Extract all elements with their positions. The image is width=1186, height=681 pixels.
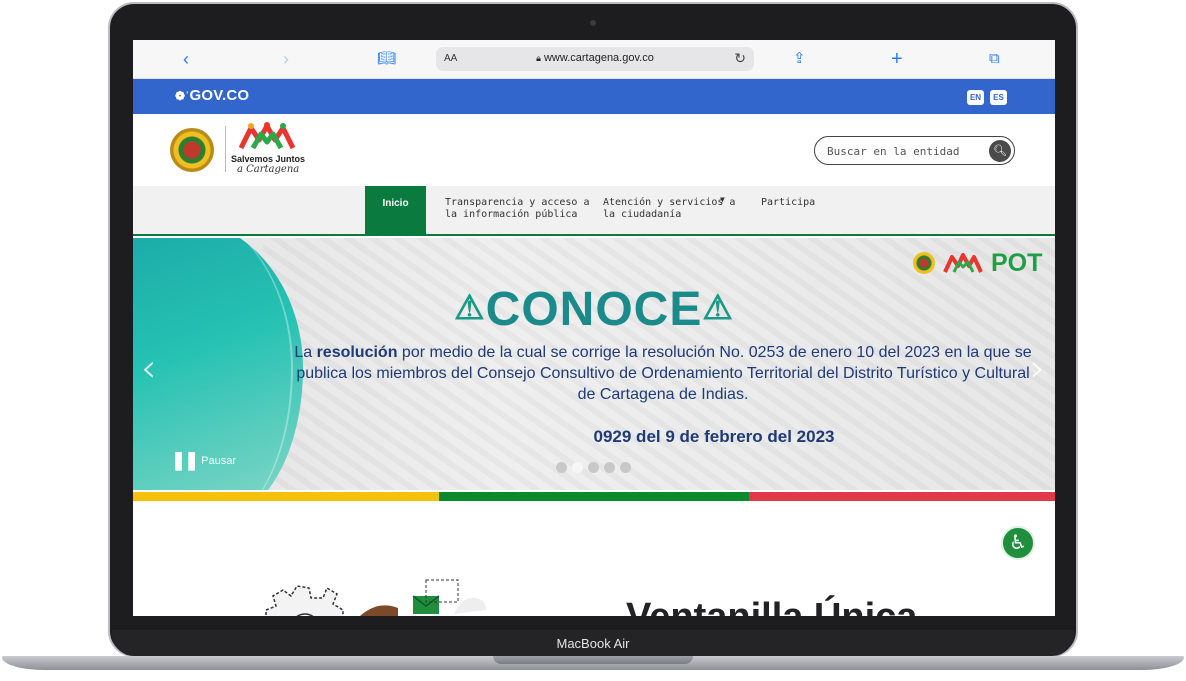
- carousel-next-icon[interactable]: ›: [1030, 346, 1045, 390]
- chevron-down-icon: ▼: [720, 195, 725, 204]
- carousel-dot[interactable]: [556, 462, 567, 473]
- menu-item-label: Inicio: [382, 198, 409, 209]
- pause-label: Pausar: [201, 455, 237, 467]
- govco-logo[interactable]: ❁ˈGOV.CO: [175, 87, 249, 104]
- lang-en-button[interactable]: EN: [967, 90, 984, 105]
- share-icon[interactable]: ⇪: [793, 49, 806, 69]
- envelope-illustration-icon: [360, 579, 486, 616]
- lock-icon: 🔒︎: [536, 53, 541, 63]
- carousel-dot[interactable]: [620, 462, 631, 473]
- carousel-dots: [556, 460, 636, 478]
- brand-subtitle: a Cartagena: [237, 164, 300, 175]
- carousel-dot[interactable]: [588, 462, 599, 473]
- main-menu: Inicio Transparencia y acceso a la infor…: [133, 186, 1055, 236]
- url-text: 🔒︎ www.cartagena.gov.co: [436, 52, 754, 64]
- new-tab-icon[interactable]: +: [891, 49, 903, 69]
- carousel-prev-icon[interactable]: ‹: [141, 346, 156, 390]
- menu-item-label-line2: la información pública: [445, 209, 578, 220]
- search-placeholder: Buscar en la entidad: [827, 145, 960, 158]
- camera-icon: [590, 20, 596, 26]
- carousel-dot[interactable]: [604, 462, 615, 473]
- site-header: Salvemos Juntos a Cartagena Buscar en la…: [133, 114, 1055, 186]
- banner-headline: ⚠CONOCE⚠: [133, 282, 1055, 337]
- reload-icon[interactable]: ↻: [734, 50, 746, 67]
- warning-icon: ⚠: [702, 289, 734, 327]
- govco-bar: ❁ˈGOV.CO EN ES: [133, 79, 1055, 114]
- menu-item-participa[interactable]: Participa: [761, 186, 831, 236]
- forward-icon[interactable]: ›: [283, 49, 289, 69]
- logo-divider: [225, 126, 226, 172]
- menu-item-transparencia[interactable]: Transparencia y acceso a la información …: [445, 186, 590, 236]
- pot-seal-icon: [913, 252, 935, 274]
- menu-item-inicio[interactable]: Inicio: [365, 186, 426, 236]
- menu-item-label-line2: la ciudadanía: [603, 209, 682, 220]
- cartagena-seal-logo[interactable]: [170, 128, 214, 172]
- menu-item-label: Transparencia y acceso a: [445, 197, 590, 208]
- pause-icon: ❚❚: [171, 450, 199, 470]
- banner-date: 0929 del 9 de febrero del 2023: [593, 427, 835, 446]
- tabs-overview-icon[interactable]: ⧉: [989, 49, 1000, 69]
- laptop-model-label: MacBook Air: [556, 636, 630, 651]
- section-title: Ventanilla Única: [626, 596, 917, 616]
- pot-brand-icon: [943, 253, 983, 273]
- lang-es-button[interactable]: ES: [990, 90, 1007, 105]
- govco-label: GOV.CO: [189, 87, 250, 104]
- stripe-yellow: [133, 492, 439, 501]
- search-input[interactable]: Buscar en la entidad 🔍︎: [814, 136, 1015, 165]
- bookmarks-icon[interactable]: 📖︎: [377, 49, 396, 69]
- accessibility-icon[interactable]: ♿︎: [1001, 526, 1035, 560]
- search-icon[interactable]: 🔍︎: [989, 140, 1011, 162]
- brand-title: Salvemos Juntos: [231, 154, 306, 164]
- carousel-pause-button[interactable]: ❚❚ Pausar: [171, 450, 236, 471]
- warning-icon: ⚠: [454, 289, 486, 327]
- headline-text: CONOCE: [485, 283, 703, 336]
- stripe-red: [749, 492, 1055, 501]
- govco-shield-icon: ❁ˈ: [175, 89, 190, 103]
- banner-description: La resolución por medio de la cual se co…: [293, 342, 1033, 405]
- gear-illustration-icon: [265, 585, 344, 616]
- back-icon[interactable]: ‹: [183, 49, 189, 69]
- laptop-base-notch: [493, 656, 693, 664]
- browser-toolbar: ‹ › 📖︎ AA 🔒︎ www.cartagena.gov.co ↻ ⇪ + ⧉: [133, 40, 1055, 79]
- stripe-green: [439, 492, 749, 501]
- menu-item-atencion[interactable]: Atención y servicios a la ciudadanía ▼: [603, 186, 743, 236]
- screen: ‹ › 📖︎ AA 🔒︎ www.cartagena.gov.co ↻ ⇪ + ⧉…: [133, 40, 1055, 616]
- pot-label: POT: [991, 249, 1043, 277]
- desc-bold: resolución: [316, 344, 398, 361]
- hero-carousel: POT ⚠CONOCE⚠ La resolución por medio de …: [133, 238, 1055, 490]
- desc-rest: por medio de la cual se corrige la resol…: [296, 344, 1032, 403]
- salvemos-juntos-logo[interactable]: [239, 122, 295, 150]
- address-bar[interactable]: AA 🔒︎ www.cartagena.gov.co ↻: [436, 47, 754, 71]
- url-label: www.cartagena.gov.co: [543, 52, 654, 64]
- desc-prefix: La: [294, 344, 317, 361]
- carousel-dot-active[interactable]: [572, 462, 583, 473]
- menu-item-label: Participa: [761, 197, 816, 208]
